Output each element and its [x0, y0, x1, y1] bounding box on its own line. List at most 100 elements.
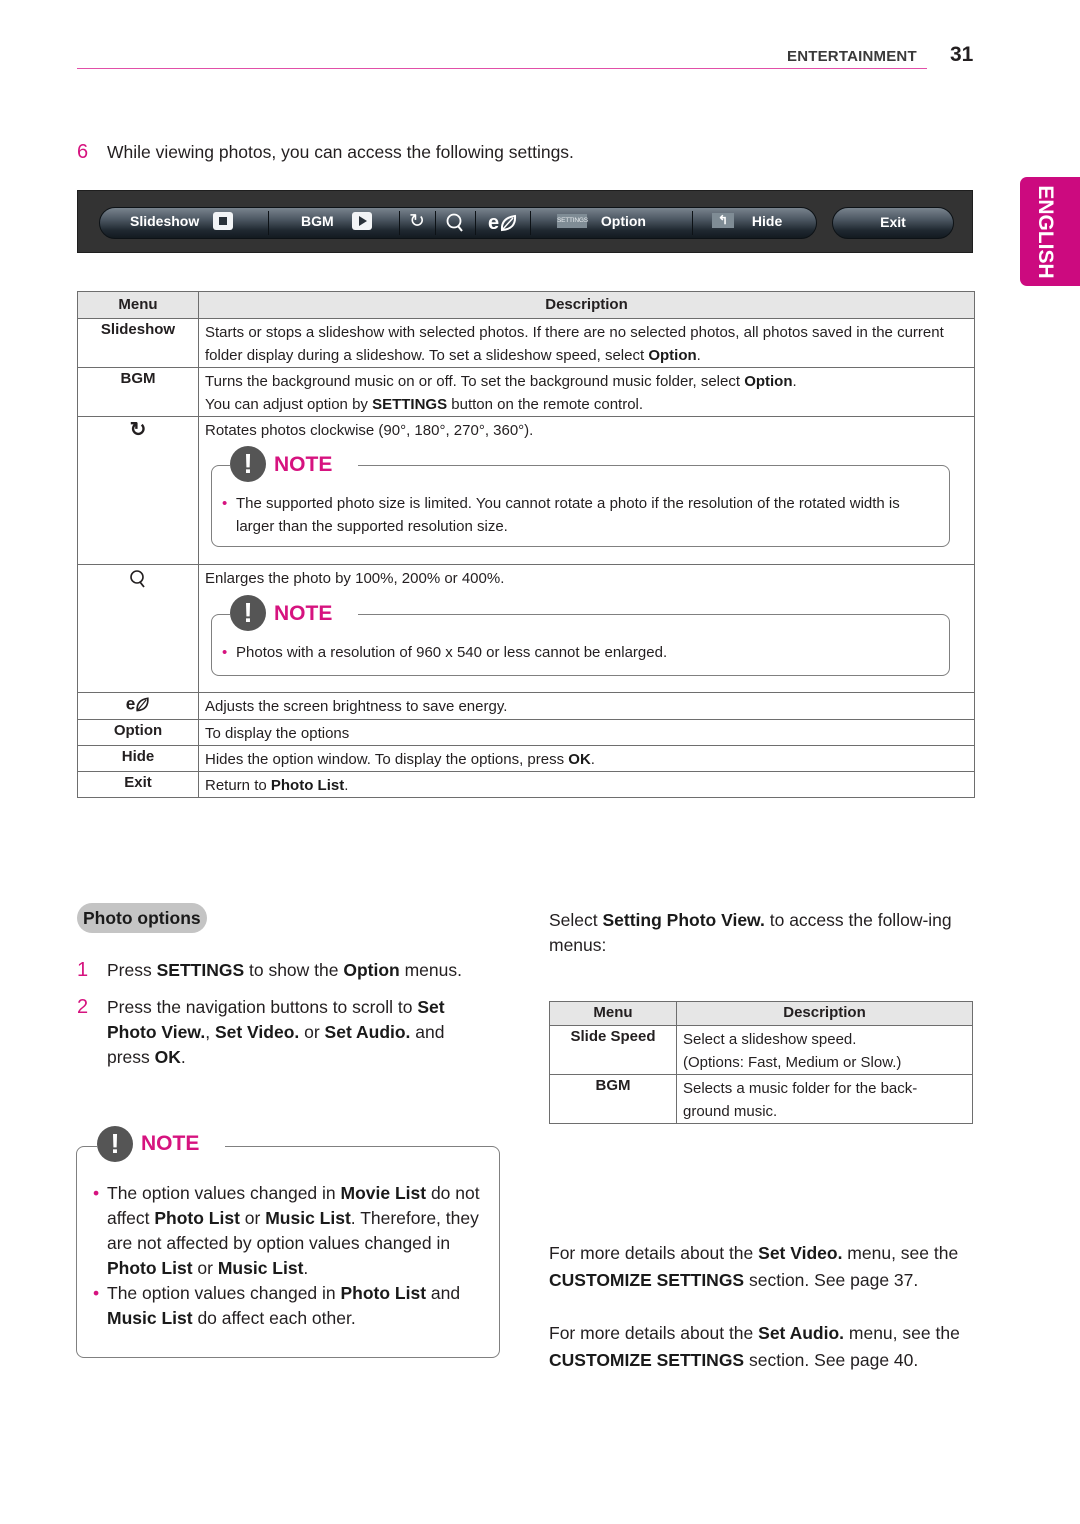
option-label: Option	[600, 213, 646, 229]
note-box: ! NOTE • The option values changed in Movi…	[76, 1126, 500, 1358]
photo-osd-toolbar: Slideshow BGM ↻ e SETTINGS Option ↰ Hide…	[77, 190, 973, 253]
slideshow-button[interactable]: Slideshow	[130, 208, 234, 238]
description-cell: Selects a music folder for the back-grou…	[676, 1074, 973, 1124]
svg-text:e: e	[488, 212, 499, 234]
separator	[399, 211, 400, 235]
warning-icon: !	[230, 595, 266, 631]
option-button[interactable]: SETTINGS Option	[557, 208, 646, 238]
table-row: Hide Hides the option window. To display…	[77, 745, 975, 772]
osd-control-bar: Slideshow BGM ↻ e SETTINGS Option ↰ Hide	[99, 207, 817, 239]
description-cell: Turns the background music on or off. To…	[198, 367, 975, 417]
note-bullet: • The option values changed in Movie List…	[93, 1183, 480, 1278]
description-cell: Enlarges the photo by 100%, 200% or 400%…	[198, 564, 975, 693]
note-bullet: • The option values changed in Photo List…	[93, 1283, 461, 1328]
svg-text:e: e	[126, 695, 136, 713]
stop-icon	[213, 211, 234, 230]
back-icon: ↰	[712, 213, 734, 229]
menu-cell: ↻	[77, 416, 199, 565]
note-title: NOTE	[141, 1132, 200, 1155]
note-text: • Photos with a resolution of 960 x 540 o…	[222, 644, 668, 661]
zoom-icon	[446, 213, 463, 232]
exit-button[interactable]: Exit	[832, 207, 954, 239]
separator	[268, 211, 269, 235]
column-header: Description	[676, 1001, 973, 1026]
language-tab: ENGLISH	[1020, 177, 1080, 286]
column-header: Menu	[549, 1001, 677, 1026]
separator	[530, 211, 531, 235]
step-text: Press SETTINGS to show the Option menus.	[107, 960, 462, 980]
bgm-label: BGM	[301, 213, 334, 229]
header-divider	[77, 68, 927, 69]
note-box: ! NOTE • Photos with a resolution of 960 x…	[211, 595, 950, 676]
description-cell: Hides the option window. To display the …	[198, 745, 975, 772]
photo-options-heading: Photo options	[77, 903, 207, 933]
hide-label: Hide	[751, 213, 783, 229]
menu-cell: Slide Speed	[549, 1025, 677, 1075]
description-cell: To display the options	[198, 719, 975, 746]
description-cell: Starts or stops a slideshow with selecte…	[198, 318, 975, 368]
photo-view-settings-table: Menu Description Slide Speed Select a sl…	[549, 1001, 973, 1124]
table-row: Exit Return to Photo List.	[77, 771, 975, 798]
table-header-row: Menu Description	[77, 291, 975, 319]
step-2: 2 Press the navigation buttons to scroll…	[77, 995, 517, 1070]
warning-icon: !	[230, 446, 266, 482]
table-row: ↻ Rotates photos clockwise (90°, 180°, 2…	[77, 416, 975, 565]
column-header: Description	[198, 291, 975, 319]
energy-saving-icon: e	[126, 694, 149, 714]
separator	[692, 211, 693, 235]
rotate-icon: ↻	[409, 211, 425, 232]
set-audio-reference: For more details about the Set Audio. me…	[549, 1323, 960, 1370]
slideshow-label: Slideshow	[130, 213, 200, 229]
zoom-icon	[130, 570, 145, 588]
description-cell: Select a slideshow speed. (Options: Fast,…	[676, 1025, 973, 1075]
energy-saving-icon: e	[488, 212, 517, 234]
step-number: 2	[77, 996, 89, 1018]
separator	[475, 211, 476, 235]
settings-icon: SETTINGS	[557, 213, 588, 228]
table-row: BGM Selects a music folder for the back-…	[549, 1074, 973, 1124]
page-number: 31	[950, 43, 974, 66]
table-row: Option To display the options	[77, 719, 975, 746]
step-text: Press the navigation buttons to scroll t…	[107, 997, 445, 1067]
rotate-button[interactable]: ↻	[409, 208, 425, 238]
energy-saving-button[interactable]: e	[488, 208, 518, 238]
description-cell: Return to Photo List.	[198, 771, 975, 798]
hide-button[interactable]: ↰ Hide	[712, 208, 782, 238]
note-text: • The supported photo size is limited. Yo…	[222, 495, 900, 535]
menu-cell: Slideshow	[77, 318, 199, 368]
column-header: Menu	[77, 291, 199, 319]
step-number: 1	[77, 959, 89, 981]
menu-cell: Option	[77, 719, 199, 746]
note-box: ! NOTE • The supported photo size is limit…	[211, 446, 950, 547]
table-row: BGM Turns the background music on or off…	[77, 367, 975, 417]
menu-cell: e	[77, 692, 199, 720]
menu-cell: BGM	[549, 1074, 677, 1124]
play-icon	[351, 211, 372, 230]
note-title: NOTE	[274, 601, 333, 625]
setting-photo-view-intro: Select Setting Photo View. to access the…	[549, 910, 952, 955]
warning-icon: !	[97, 1126, 133, 1162]
step-number: 6	[77, 141, 89, 163]
table-row: Slide Speed Select a slideshow speed. (Op…	[549, 1025, 973, 1075]
section-title: ENTERTAINMENT	[787, 48, 917, 65]
table-header-row: Menu Description	[549, 1001, 973, 1026]
step-1: 1 Press SETTINGS to show the Option menu…	[77, 958, 517, 983]
table-row: Slideshow Starts or stops a slideshow wi…	[77, 318, 975, 368]
separator	[435, 211, 436, 235]
zoom-button[interactable]	[445, 208, 465, 238]
osd-menu-table: Menu Description Slideshow Starts or sto…	[77, 291, 975, 798]
note-text: • The option values changed in Movie List…	[93, 1181, 485, 1331]
rotate-icon: ↻	[129, 419, 147, 441]
menu-cell: BGM	[77, 367, 199, 417]
bgm-button[interactable]: BGM	[301, 208, 372, 238]
table-row: e Adjusts the screen brightness to save …	[77, 692, 975, 720]
note-title: NOTE	[274, 452, 333, 476]
table-row: Enlarges the photo by 100%, 200% or 400%…	[77, 564, 975, 693]
menu-cell: Hide	[77, 745, 199, 772]
description-cell: Adjusts the screen brightness to save en…	[198, 692, 975, 720]
menu-cell: Exit	[77, 771, 199, 798]
set-video-reference: For more details about the Set Video. me…	[549, 1243, 959, 1290]
description-cell: Rotates photos clockwise (90°, 180°, 270…	[198, 416, 975, 565]
step-text: While viewing photos, you can access the…	[107, 142, 574, 162]
language-label: ENGLISH	[1034, 184, 1057, 279]
